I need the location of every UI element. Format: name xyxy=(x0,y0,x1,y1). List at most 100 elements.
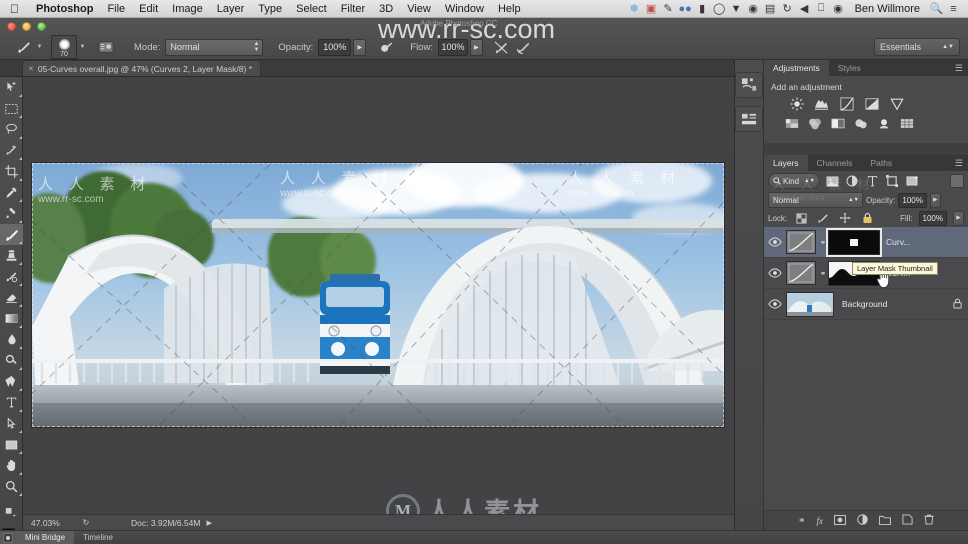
table-row[interactable]: Background xyxy=(764,289,968,320)
quick-selection-tool[interactable] xyxy=(0,140,23,161)
panel-menu-icon[interactable]: ☰ xyxy=(955,60,968,76)
link-layers-icon[interactable]: ⚭ xyxy=(798,515,806,526)
menu-type[interactable]: Type xyxy=(251,3,289,15)
filter-adjustment-icon[interactable] xyxy=(844,173,860,189)
tab-channels[interactable]: Channels xyxy=(808,155,862,171)
minimize-button[interactable] xyxy=(22,22,31,31)
close-tab-icon[interactable]: ✕ xyxy=(28,65,34,73)
menu-layer[interactable]: Layer xyxy=(210,3,252,15)
path-selection-tool[interactable] xyxy=(0,413,23,434)
spot-healing-brush-tool[interactable] xyxy=(0,203,23,224)
tab-mini-bridge[interactable]: Mini Bridge xyxy=(16,530,75,544)
hand-tool[interactable] xyxy=(0,455,23,476)
lock-transparent-pixels-icon[interactable] xyxy=(793,210,809,226)
brightness-contrast-icon[interactable] xyxy=(789,96,804,111)
layer-mask-thumbnail[interactable] xyxy=(828,229,880,255)
menu-filter[interactable]: Filter xyxy=(334,3,372,15)
eyedropper-tool[interactable] xyxy=(0,182,23,203)
rectangular-marquee-tool[interactable] xyxy=(0,98,23,119)
layer-blend-mode-select[interactable]: Normal ▲▼ xyxy=(768,192,863,208)
brush-preset-picker-chevron[interactable]: ▼ xyxy=(77,36,88,58)
layer-fill-input[interactable]: 100% xyxy=(918,210,947,226)
zoom-button[interactable] xyxy=(37,22,46,31)
panel-menu-icon[interactable]: ☰ xyxy=(955,155,968,171)
canvas-area[interactable]: 人 人 素 材 www.rr-sc.com 人 人 素 材 www.rr-sc.… xyxy=(23,77,734,514)
layer-name[interactable]: Curv... xyxy=(880,237,910,247)
layer-fill-stepper[interactable]: ▶ xyxy=(953,210,964,226)
menu-file[interactable]: File xyxy=(100,3,132,15)
edit-toolbar-icon[interactable] xyxy=(0,502,23,523)
airbrush-icon[interactable] xyxy=(375,36,397,58)
menu-photoshop[interactable]: Photoshop xyxy=(29,3,100,15)
eye-icon[interactable] xyxy=(764,258,786,289)
gradient-tool[interactable] xyxy=(0,308,23,329)
curves-icon[interactable] xyxy=(839,96,854,111)
pen-tool[interactable] xyxy=(0,371,23,392)
zoom-level-input[interactable]: 47.03% xyxy=(23,518,79,528)
link-icon[interactable]: ⚭ xyxy=(818,238,828,247)
bucket-icon[interactable]: ▼ xyxy=(728,3,745,15)
resize-grip-icon[interactable]: ↻ xyxy=(79,518,93,527)
notes-icon[interactable]: ✎ xyxy=(660,2,677,15)
tab-layers[interactable]: Layers xyxy=(764,155,808,171)
book-icon[interactable]: ▮ xyxy=(694,2,711,15)
menu-select[interactable]: Select xyxy=(289,3,334,15)
background-image-thumbnail[interactable] xyxy=(786,291,834,317)
search-icon[interactable]: 🔍 xyxy=(928,2,945,15)
type-tool[interactable] xyxy=(0,392,23,413)
new-group-icon[interactable] xyxy=(879,515,891,527)
lock-position-icon[interactable] xyxy=(837,210,853,226)
lock-all-icon[interactable] xyxy=(859,210,875,226)
clone-stamp-tool[interactable] xyxy=(0,245,23,266)
layer-opacity-input[interactable]: 100% xyxy=(898,192,927,208)
filter-type-icon[interactable] xyxy=(864,173,880,189)
document-tab[interactable]: ✕ 05-Curves overall.jpg @ 47% (Curves 2,… xyxy=(22,60,262,76)
menu-image[interactable]: Image xyxy=(165,3,210,15)
move-tool[interactable] xyxy=(0,77,23,98)
status-arrow-icon[interactable]: ▶ xyxy=(206,519,211,527)
volume-icon[interactable]: ◀ xyxy=(796,2,813,15)
user-name[interactable]: Ben Willmore xyxy=(847,3,928,15)
layer-style-fx-icon[interactable]: fx xyxy=(817,516,824,526)
new-layer-icon[interactable] xyxy=(902,514,913,527)
color-balance-icon[interactable] xyxy=(807,116,822,131)
vibrance-icon[interactable] xyxy=(889,96,904,111)
apple-icon[interactable]:  xyxy=(0,3,29,15)
menu-help[interactable]: Help xyxy=(491,3,528,15)
filter-toggle-switch[interactable] xyxy=(950,174,964,188)
hue-saturation-icon[interactable] xyxy=(784,116,799,131)
lasso-tool[interactable] xyxy=(0,119,23,140)
mini-bridge-launcher-icon[interactable] xyxy=(0,530,16,544)
menu-edit[interactable]: Edit xyxy=(132,3,165,15)
cloud-icon[interactable]: ◯ xyxy=(711,2,728,15)
close-button[interactable] xyxy=(7,22,16,31)
opacity-stepper[interactable]: ▶ xyxy=(353,38,367,56)
photo-filter-icon[interactable] xyxy=(853,116,868,131)
exposure-icon[interactable] xyxy=(864,96,879,111)
eye-icon[interactable] xyxy=(764,289,786,320)
opacity-input[interactable]: 100% xyxy=(318,38,352,56)
wifi-icon[interactable]: ◉ xyxy=(830,2,847,15)
timemachine-icon[interactable]: ↻ xyxy=(779,2,796,15)
dropbox-icon[interactable]: ❄ xyxy=(626,2,643,15)
tab-adjustments[interactable]: Adjustments xyxy=(764,60,829,76)
tab-paths[interactable]: Paths xyxy=(861,155,901,171)
menu-window[interactable]: Window xyxy=(438,3,491,15)
tab-timeline[interactable]: Timeline xyxy=(74,531,122,544)
filter-kind-select[interactable]: Kind ▲▼ xyxy=(768,173,820,189)
curves-adjustment-thumbnail[interactable] xyxy=(786,230,816,254)
eraser-tool[interactable] xyxy=(0,287,23,308)
brush-tool-icon[interactable] xyxy=(12,36,34,58)
filter-pixel-icon[interactable] xyxy=(824,173,840,189)
channel-mixer-icon[interactable] xyxy=(876,116,891,131)
eye-icon[interactable] xyxy=(764,227,786,258)
tablet-pressure-size-icon[interactable] xyxy=(513,36,535,58)
brush-preset-chevron[interactable]: ▼ xyxy=(34,36,45,58)
notification-center-icon[interactable]: ≡ xyxy=(945,3,962,15)
layer-name[interactable]: Background xyxy=(836,299,887,309)
blend-mode-select[interactable]: Normal ▲ ▼ xyxy=(165,38,264,56)
eye-icon[interactable]: ◉ xyxy=(745,2,762,15)
color-lookup-icon[interactable] xyxy=(899,116,914,131)
mask-icon[interactable]: ●● xyxy=(677,3,694,15)
calendar-icon[interactable]: ▣ xyxy=(643,2,660,15)
